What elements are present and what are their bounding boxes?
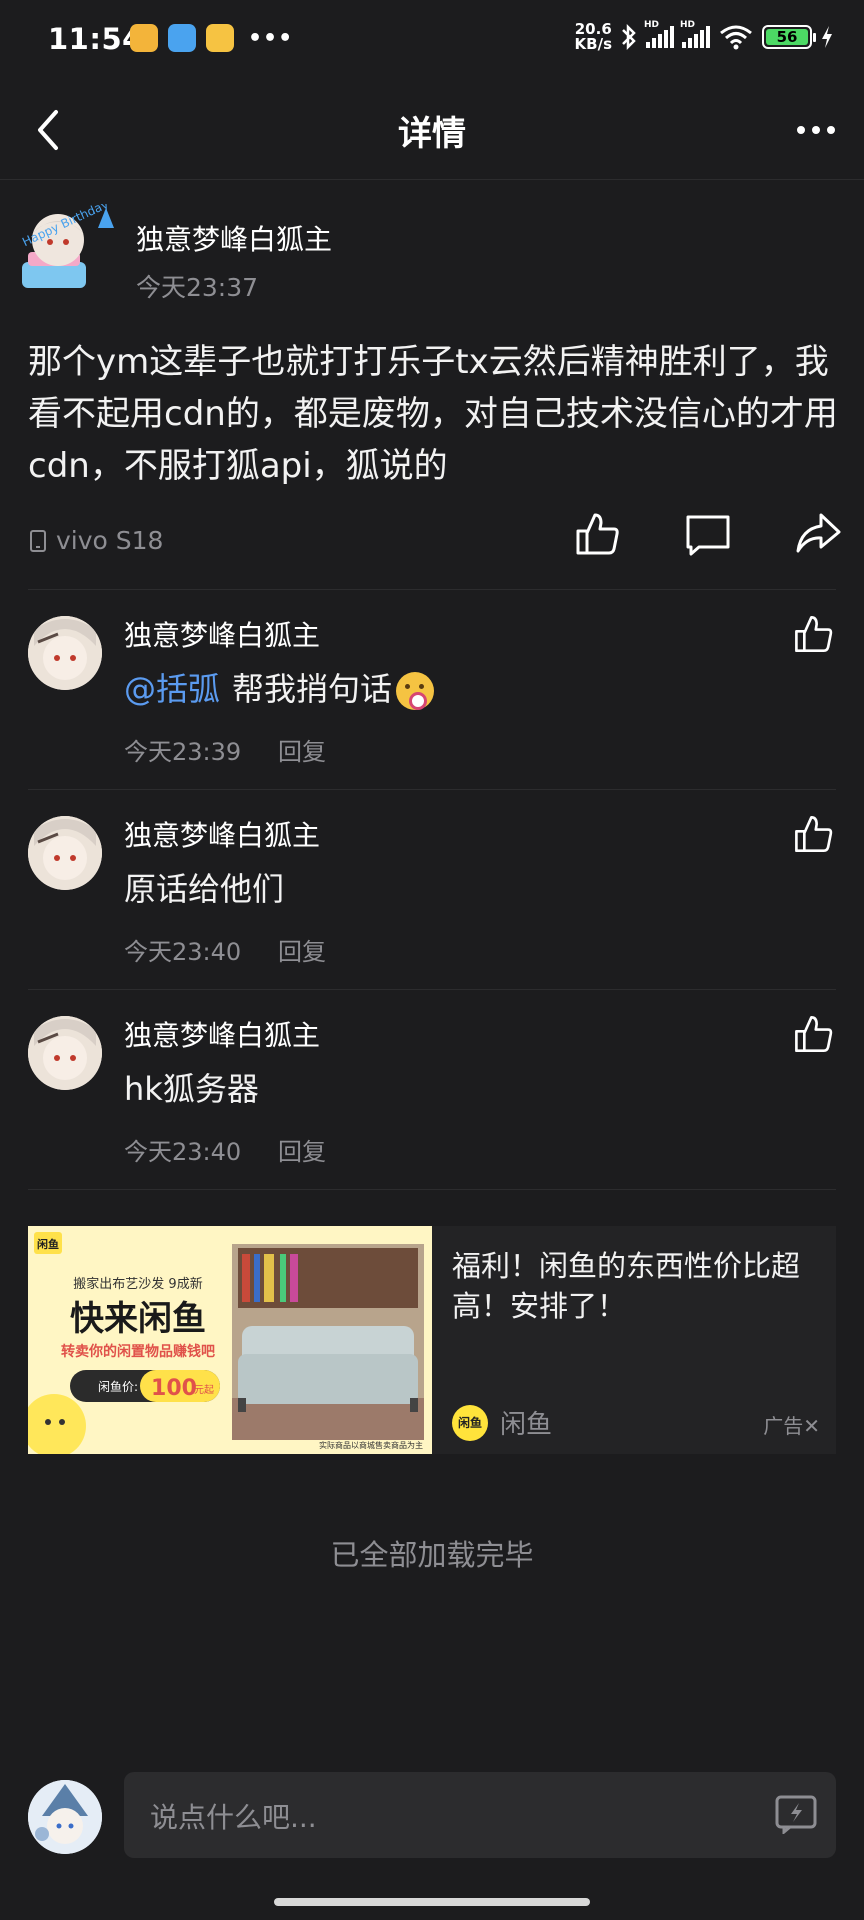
- comment-item: 独意梦峰白狐主 原话给他们 今天23:40 回复: [0, 790, 864, 990]
- more-dots-icon: [797, 126, 805, 134]
- comment-author[interactable]: 独意梦峰白狐主: [124, 814, 320, 854]
- comment-text: hk狐务器: [124, 1070, 259, 1108]
- divider: [28, 1189, 836, 1190]
- reply-button[interactable]: 回复: [278, 1132, 326, 1167]
- ad-card[interactable]: 闲鱼 搬家出布艺沙发 9成新 快来闲鱼 转卖你的闲置物品赚钱吧 闲鱼价: 100…: [28, 1226, 836, 1454]
- comment-time: 今天23:40: [124, 938, 242, 966]
- battery-level: 56: [766, 29, 808, 45]
- phone-icon: [30, 529, 46, 552]
- status-indicators: 20.6 KB/s HD HD 56: [574, 20, 834, 53]
- svg-text:元起: 元起: [194, 1384, 214, 1396]
- commenter-avatar[interactable]: [28, 616, 102, 690]
- svg-text:100: 100: [151, 1376, 197, 1401]
- ad-brand[interactable]: 闲鱼 闲鱼: [452, 1404, 552, 1441]
- commenter-avatar[interactable]: [28, 1016, 102, 1090]
- comment-input-bar: 说点什么吧...: [0, 1760, 864, 1920]
- thumbs-up-icon: [795, 615, 833, 653]
- comment-like-button[interactable]: [792, 1012, 836, 1056]
- reply-button[interactable]: 回复: [278, 932, 326, 967]
- device-label: vivo S18: [56, 526, 164, 555]
- status-bar: 11:54 ••• 20.6 KB/s HD HD 56: [0, 0, 864, 80]
- network-speed: 20.6 KB/s: [574, 20, 612, 53]
- my-avatar[interactable]: [28, 1780, 102, 1854]
- more-notifications-icon: •••: [248, 25, 294, 51]
- thumbs-up-icon: [795, 815, 833, 853]
- page-title: 详情: [398, 114, 466, 154]
- svg-text:转卖你的闲置物品赚钱吧: 转卖你的闲置物品赚钱吧: [61, 1343, 215, 1360]
- comment-like-button[interactable]: [792, 812, 836, 856]
- comment-icon: [686, 515, 730, 556]
- battery-icon: 56: [762, 25, 816, 49]
- share-icon: [796, 513, 841, 553]
- charging-icon: [822, 26, 832, 48]
- ad-image[interactable]: 闲鱼 搬家出布艺沙发 9成新 快来闲鱼 转卖你的闲置物品赚钱吧 闲鱼价: 100…: [28, 1226, 432, 1454]
- emoji-icon: [396, 672, 435, 710]
- post-author-name[interactable]: 独意梦峰白狐主: [136, 218, 332, 258]
- mention-link[interactable]: @括弧: [124, 670, 220, 708]
- comment-time: 今天23:39: [124, 738, 242, 766]
- bluetooth-icon: [622, 23, 636, 51]
- comment-button[interactable]: [680, 506, 736, 562]
- xianyu-logo-icon: 闲鱼: [452, 1404, 488, 1441]
- like-button[interactable]: [570, 506, 626, 562]
- svg-text:闲鱼: 闲鱼: [37, 1237, 59, 1251]
- comment-author[interactable]: 独意梦峰白狐主: [124, 614, 320, 654]
- svg-text:实际商品以商城售卖商品为主: 实际商品以商城售卖商品为主: [319, 1440, 423, 1450]
- status-time: 11:54: [48, 22, 143, 56]
- comment-item: 独意梦峰白狐主 @括弧 帮我捎句话 今天23:39 回复: [0, 590, 864, 790]
- comment-time: 今天23:40: [124, 1138, 242, 1166]
- svg-text:快来闲鱼: 快来闲鱼: [70, 1299, 206, 1339]
- comment-input-placeholder: 说点什么吧...: [150, 1801, 317, 1834]
- signal-2-icon: HD: [680, 20, 710, 48]
- top-nav-bar: 详情: [0, 80, 864, 180]
- reply-button[interactable]: 回复: [278, 732, 326, 767]
- signal-1-icon: HD: [644, 20, 674, 48]
- comment-input[interactable]: 说点什么吧...: [124, 1772, 836, 1858]
- sticker-icon[interactable]: [774, 1794, 818, 1834]
- calendar-app-icon: [168, 24, 196, 52]
- ad-brand-name: 闲鱼: [500, 1410, 553, 1440]
- comment-like-button[interactable]: [792, 612, 836, 656]
- comment-item: 独意梦峰白狐主 hk狐务器 今天23:40 回复: [0, 990, 864, 1190]
- share-button[interactable]: [790, 506, 846, 562]
- svg-text:搬家出布艺沙发 9成新: 搬家出布艺沙发 9成新: [73, 1276, 202, 1292]
- notes-app-icon: [130, 24, 158, 52]
- mail-app-icon: [206, 24, 234, 52]
- post-device: vivo S18: [30, 526, 163, 555]
- ad-close-button[interactable]: 广告✕: [763, 1410, 820, 1439]
- thumbs-up-icon: [795, 1015, 833, 1053]
- thumbs-up-icon: [576, 513, 619, 555]
- more-button[interactable]: [788, 104, 844, 156]
- comment-text: 原话给他们: [124, 870, 285, 908]
- post-body-text: 那个ym这辈子也就打打乐子tx云然后精神胜利了，我看不起用cdn的，都是废物，对…: [28, 342, 838, 486]
- comment-text: @括弧 帮我捎句话: [124, 664, 435, 710]
- post-time: 今天23:37: [136, 273, 259, 302]
- notification-icons: •••: [130, 24, 293, 52]
- svg-text:闲鱼价:: 闲鱼价:: [98, 1380, 138, 1394]
- commenter-avatar[interactable]: [28, 816, 102, 890]
- author-avatar-birthday[interactable]: Happy Birthday: [14, 197, 124, 294]
- end-of-list-text: 已全部加载完毕: [330, 1538, 534, 1572]
- post-action-bar: [570, 506, 846, 562]
- ad-text[interactable]: 福利！闲鱼的东西性价比超高！安排了！: [452, 1246, 822, 1326]
- wifi-icon: [720, 25, 752, 50]
- comment-author[interactable]: 独意梦峰白狐主: [124, 1014, 320, 1054]
- home-indicator[interactable]: [274, 1898, 590, 1906]
